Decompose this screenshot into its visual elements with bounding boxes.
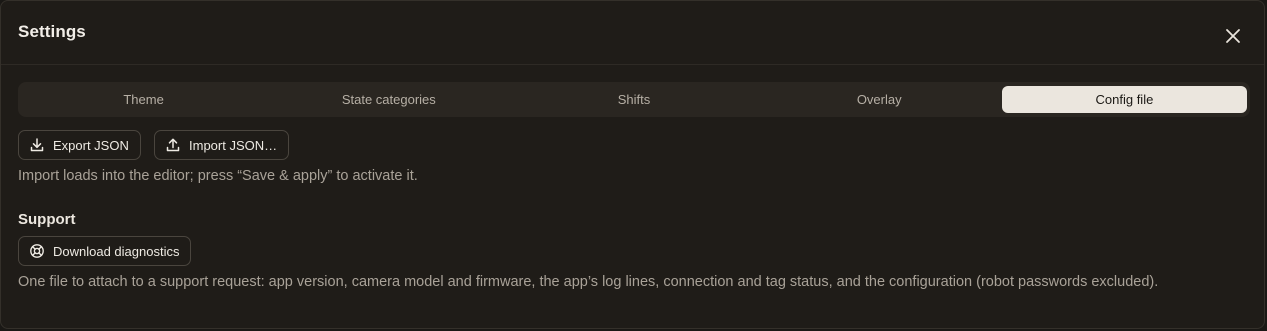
- dialog-header: Settings: [1, 1, 1264, 65]
- export-json-label: Export JSON: [53, 137, 129, 153]
- download-icon: [30, 138, 44, 152]
- download-diagnostics-label: Download diagnostics: [53, 243, 180, 259]
- tab-theme[interactable]: Theme: [21, 86, 266, 113]
- support-heading: Support: [18, 211, 76, 228]
- support-description: One file to attach to a support request:…: [18, 274, 1159, 290]
- close-button[interactable]: [1224, 27, 1242, 45]
- import-json-button[interactable]: Import JSON…: [154, 130, 290, 160]
- upload-icon: [166, 138, 180, 152]
- lifebuoy-icon: [30, 244, 44, 258]
- import-json-label: Import JSON…: [189, 137, 278, 153]
- dialog-title: Settings: [18, 22, 86, 41]
- close-icon: [1226, 29, 1240, 43]
- tab-config-file[interactable]: Config file: [1001, 86, 1248, 113]
- tab-overlay[interactable]: Overlay: [757, 86, 1002, 113]
- export-json-button[interactable]: Export JSON: [18, 130, 141, 160]
- tab-state-categories[interactable]: State categories: [266, 86, 511, 113]
- download-diagnostics-button[interactable]: Download diagnostics: [18, 236, 192, 266]
- settings-dialog: Settings Theme State categories Shifts O…: [0, 0, 1265, 329]
- tab-shifts[interactable]: Shifts: [511, 86, 756, 113]
- settings-tabs: Theme State categories Shifts Overlay Co…: [18, 82, 1250, 117]
- import-hint: Import loads into the editor; press “Sav…: [18, 168, 418, 184]
